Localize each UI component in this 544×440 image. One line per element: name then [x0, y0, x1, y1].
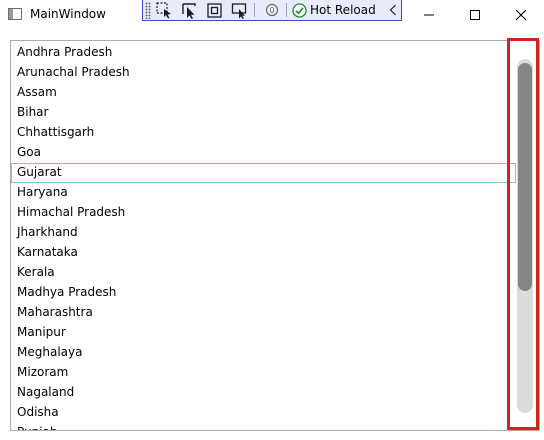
- list-item[interactable]: Mizoram: [11, 363, 516, 383]
- list-item[interactable]: Assam: [11, 83, 516, 103]
- toolbar-separator: [254, 3, 255, 17]
- pointer-icon: [182, 2, 196, 19]
- layout-adorner-icon: [207, 2, 222, 18]
- list-item[interactable]: Jharkhand: [11, 223, 516, 243]
- binding-failures-icon: 0: [265, 3, 279, 17]
- list-item[interactable]: Goa: [11, 143, 516, 163]
- title-bar[interactable]: MainWindow 0 Hot Reload: [0, 0, 544, 30]
- xaml-debug-toolbar: 0 Hot Reload: [142, 0, 402, 21]
- binding-failures-button[interactable]: 0: [261, 1, 283, 20]
- close-button[interactable]: [498, 0, 544, 30]
- minimize-icon: [424, 14, 434, 16]
- minimize-button[interactable]: [406, 0, 452, 30]
- select-pointer-button[interactable]: [179, 1, 201, 20]
- app-window-icon: [8, 8, 22, 20]
- chevron-left-icon: [389, 4, 396, 16]
- list-item[interactable]: Odisha: [11, 403, 516, 423]
- close-icon: [515, 9, 527, 21]
- list-item[interactable]: Manipur: [11, 323, 516, 343]
- check-circle-icon: [292, 2, 307, 18]
- maximize-icon: [470, 10, 480, 20]
- svg-text:0: 0: [269, 6, 274, 15]
- list-item[interactable]: Madhya Pradesh: [11, 283, 516, 303]
- list-item[interactable]: Chhattisgarh: [11, 123, 516, 143]
- toolbar-separator: [286, 3, 287, 17]
- window-title: MainWindow: [30, 7, 106, 21]
- list-item[interactable]: Bihar: [11, 103, 516, 123]
- hot-reload-label: Hot Reload: [310, 3, 376, 17]
- toolbar-grip-icon[interactable]: [145, 1, 151, 19]
- track-focus-button[interactable]: [229, 1, 251, 20]
- list-items-container: Andhra Pradesh Arunachal Pradesh Assam Biha…: [11, 43, 516, 430]
- list-item[interactable]: Andhra Pradesh: [11, 43, 516, 63]
- vertical-scrollbar[interactable]: [517, 59, 533, 413]
- scrollbar-thumb[interactable]: [518, 63, 532, 291]
- list-item[interactable]: Himachal Pradesh: [11, 203, 516, 223]
- main-window: MainWindow 0 Hot Reload Andhra Pradesh A…: [0, 0, 544, 440]
- track-focus-icon: [231, 2, 247, 19]
- list-item[interactable]: Haryana: [11, 183, 516, 203]
- collapse-toolbar-button[interactable]: [386, 1, 400, 20]
- maximize-button[interactable]: [452, 0, 498, 30]
- list-item[interactable]: Meghalaya: [11, 343, 516, 363]
- list-item[interactable]: Kerala: [11, 263, 516, 283]
- list-item[interactable]: Punjab: [11, 423, 516, 430]
- display-layout-adorners-button[interactable]: [204, 1, 226, 20]
- list-item[interactable]: Nagaland: [11, 383, 516, 403]
- list-item[interactable]: Gujarat: [11, 163, 516, 183]
- select-element-icon: [156, 1, 171, 18]
- list-item[interactable]: Maharashtra: [11, 303, 516, 323]
- hot-reload-status[interactable]: Hot Reload: [292, 2, 376, 18]
- list-item[interactable]: Karnataka: [11, 243, 516, 263]
- list-item[interactable]: Arunachal Pradesh: [11, 63, 516, 83]
- select-element-button[interactable]: [154, 1, 176, 20]
- states-listbox[interactable]: Andhra Pradesh Arunachal Pradesh Assam Biha…: [10, 40, 540, 431]
